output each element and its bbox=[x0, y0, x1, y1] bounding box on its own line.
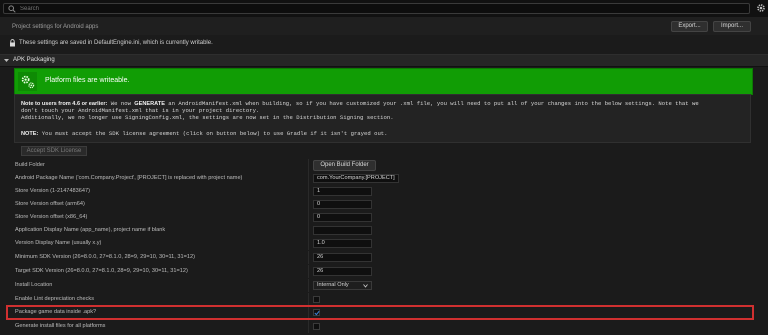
note-text: We now bbox=[107, 100, 135, 107]
package-name-input[interactable]: com.YourCompany.[PROJECT] bbox=[313, 174, 399, 183]
chevron-down-icon bbox=[363, 284, 368, 288]
divider bbox=[308, 251, 309, 264]
search-box[interactable] bbox=[3, 3, 750, 14]
notes-panel: Note to users from 4.6 or earlier: We no… bbox=[14, 94, 751, 143]
setting-label: Android Package Name ('com.Company.Proje… bbox=[15, 175, 243, 181]
open-build-folder-button[interactable]: Open Build Folder bbox=[313, 160, 376, 171]
min-sdk-input[interactable]: 26 bbox=[313, 253, 372, 262]
lint-checks-checkbox[interactable] bbox=[313, 296, 320, 303]
setting-label: Store Version (1-2147483647) bbox=[15, 188, 90, 194]
accept-sdk-license-button[interactable]: Accept SDK License bbox=[21, 146, 87, 156]
banner-text: Platform files are writeable. bbox=[45, 77, 130, 84]
app-display-name-input[interactable] bbox=[313, 226, 372, 235]
search-input[interactable] bbox=[20, 4, 720, 13]
divider bbox=[308, 198, 309, 211]
note-line-3: Additionally, we no longer use SigningCo… bbox=[21, 114, 394, 121]
settings-icon bbox=[18, 72, 37, 91]
setting-row-min-sdk: Minimum SDK Version (26=8.0.0, 27=8.1.0,… bbox=[0, 251, 768, 264]
page-title: Project settings for Android apps bbox=[12, 24, 99, 30]
divider bbox=[308, 320, 309, 333]
setting-label: Minimum SDK Version (26=8.0.0, 27=8.1.0,… bbox=[15, 254, 195, 260]
setting-row-generate-install-files: Generate install files for all platforms bbox=[0, 320, 768, 333]
note-text: an AndroidManifest.xml when building, so… bbox=[164, 100, 699, 107]
setting-row-app-display-name: Application Display Name (app_name), pro… bbox=[0, 224, 768, 237]
setting-row-build-folder: Build Folder Open Build Folder bbox=[0, 159, 768, 172]
divider bbox=[308, 237, 309, 250]
divider bbox=[308, 211, 309, 224]
highlight-box bbox=[6, 305, 754, 320]
export-button[interactable]: Export... bbox=[671, 21, 708, 32]
install-location-dropdown[interactable]: Internal Only bbox=[313, 281, 372, 290]
chevron-down-icon bbox=[4, 59, 9, 62]
config-info-text: These settings are saved in DefaultEngin… bbox=[19, 40, 213, 46]
divider bbox=[308, 185, 309, 198]
section-header-apk-packaging[interactable]: APK Packaging bbox=[0, 54, 768, 67]
target-sdk-input[interactable]: 26 bbox=[313, 267, 372, 276]
store-version-input[interactable]: 1 bbox=[313, 187, 372, 196]
divider bbox=[308, 159, 309, 172]
setting-label: Application Display Name (app_name), pro… bbox=[15, 227, 166, 233]
section-title: APK Packaging bbox=[13, 57, 55, 63]
setting-label: Store Version offset (arm64) bbox=[15, 201, 85, 207]
setting-row-version-display-name: Version Display Name (usually x.y) 1.0 bbox=[0, 237, 768, 250]
store-version-x86-input[interactable]: 0 bbox=[313, 213, 372, 222]
setting-row-store-version: Store Version (1-2147483647) 1 bbox=[0, 185, 768, 198]
setting-label: Enable Lint depreciation checks bbox=[15, 296, 94, 302]
setting-label: Install Location bbox=[15, 282, 53, 288]
divider bbox=[308, 279, 309, 292]
divider bbox=[308, 265, 309, 278]
note-line-4: NOTE: You must accept the SDK license ag… bbox=[21, 130, 388, 137]
settings-header: Project settings for Android apps Export… bbox=[0, 17, 768, 35]
lock-icon bbox=[10, 39, 15, 47]
divider bbox=[308, 172, 309, 185]
setting-row-install-location: Install Location Internal Only bbox=[0, 279, 768, 292]
setting-row-store-version-arm64: Store Version offset (arm64) 0 bbox=[0, 198, 768, 211]
note-title: NOTE: bbox=[21, 131, 39, 137]
platform-files-banner: Platform files are writeable. bbox=[14, 68, 753, 95]
version-display-name-input[interactable]: 1.0 bbox=[313, 239, 372, 248]
setting-label: Build Folder bbox=[15, 162, 45, 168]
setting-row-target-sdk: Target SDK Version (26=8.0.0, 27=8.1.0, … bbox=[0, 265, 768, 278]
note-line-1: Note to users from 4.6 or earlier: We no… bbox=[21, 100, 699, 107]
note-line-2: don't touch your AndroidManifest.xml tha… bbox=[21, 107, 260, 114]
install-location-value: Internal Only bbox=[317, 282, 349, 288]
search-icon bbox=[8, 5, 16, 13]
top-bar bbox=[0, 0, 768, 17]
setting-row-package-name: Android Package Name ('com.Company.Proje… bbox=[0, 172, 768, 185]
note-text: You must accept the SDK license agreemen… bbox=[38, 130, 388, 137]
gear-icon[interactable] bbox=[756, 3, 766, 13]
setting-row-store-version-x86: Store Version offset (x86_64) 0 bbox=[0, 211, 768, 224]
divider bbox=[308, 224, 309, 237]
setting-label: Generate install files for all platforms bbox=[15, 323, 106, 329]
store-version-arm64-input[interactable]: 0 bbox=[313, 200, 372, 209]
generate-install-files-checkbox[interactable] bbox=[313, 323, 320, 330]
setting-label: Target SDK Version (26=8.0.0, 27=8.1.0, … bbox=[15, 268, 188, 274]
import-button[interactable]: Import... bbox=[713, 21, 751, 32]
config-info: These settings are saved in DefaultEngin… bbox=[0, 36, 768, 50]
setting-label: Store Version offset (x86_64) bbox=[15, 214, 88, 220]
setting-label: Version Display Name (usually x.y) bbox=[15, 240, 102, 246]
